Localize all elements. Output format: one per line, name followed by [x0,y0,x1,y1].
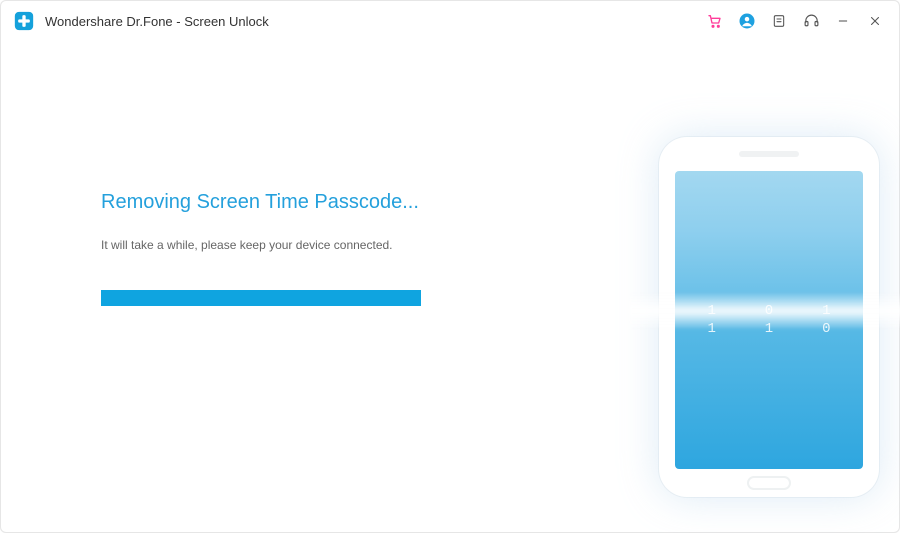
titlebar: Wondershare Dr.Fone - Screen Unlock [1,1,899,41]
minimize-button[interactable] [829,7,857,35]
scan-digit: 1 [707,321,715,337]
scan-digits-row: 1 1 0 [675,321,863,337]
app-window: Wondershare Dr.Fone - Screen Unlock [0,0,900,533]
phone-frame: 1 0 1 1 1 0 [659,137,879,497]
content-area: Removing Screen Time Passcode... It will… [1,41,899,532]
app-logo-icon [13,10,35,32]
account-icon[interactable] [733,7,761,35]
progress-panel: Removing Screen Time Passcode... It will… [1,41,501,532]
progress-bar [101,290,421,306]
scan-digit: 0 [765,303,773,319]
scan-digit: 0 [822,321,830,337]
status-subtext: It will take a while, please keep your d… [101,238,501,252]
scan-digit: 1 [822,303,830,319]
cart-icon[interactable] [701,7,729,35]
scan-digit: 1 [707,303,715,319]
phone-home-button [747,476,791,490]
support-icon[interactable] [797,7,825,35]
phone-earpiece [739,151,799,157]
scan-digit: 1 [765,321,773,337]
close-button[interactable] [861,7,889,35]
scan-digits-row: 1 0 1 [675,303,863,319]
device-illustration: 1 0 1 1 1 0 [659,137,879,497]
status-heading: Removing Screen Time Passcode... [101,191,501,214]
progress-fill [101,290,421,306]
window-title: Wondershare Dr.Fone - Screen Unlock [45,14,269,29]
feedback-icon[interactable] [765,7,793,35]
phone-screen: 1 0 1 1 1 0 [675,171,863,469]
